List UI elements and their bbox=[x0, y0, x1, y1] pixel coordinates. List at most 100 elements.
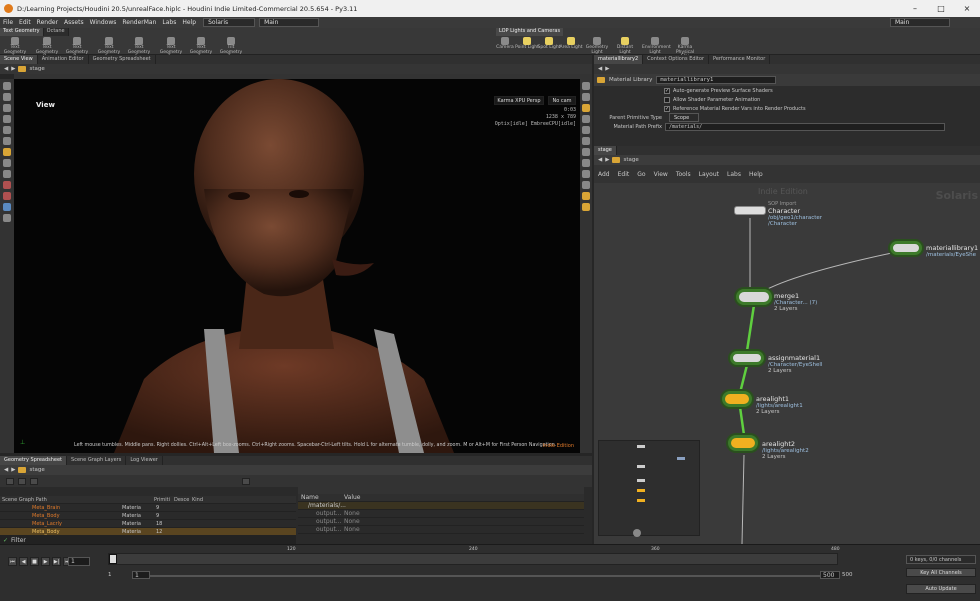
rotate-tool-icon[interactable] bbox=[3, 104, 11, 112]
range-slider[interactable] bbox=[150, 575, 820, 577]
tab-context-options[interactable]: Context Options Editor bbox=[643, 55, 709, 64]
auto-update-button[interactable]: Auto Update bbox=[906, 584, 976, 594]
menu-assets[interactable]: Assets bbox=[61, 19, 87, 26]
lock-camera-icon[interactable] bbox=[582, 93, 590, 101]
col-kind[interactable]: Kind bbox=[192, 497, 203, 503]
scale-tool-icon[interactable] bbox=[3, 115, 11, 123]
shelf-tab-lop-lights[interactable]: LOP Lights and Cameras bbox=[496, 28, 564, 36]
parent-prim-dropdown[interactable]: Scope bbox=[669, 113, 699, 122]
select-tool-icon[interactable] bbox=[3, 82, 11, 90]
handle-tool-icon[interactable] bbox=[3, 126, 11, 134]
menu-edit[interactable]: Edit bbox=[16, 19, 34, 26]
menu-render[interactable]: Render bbox=[34, 19, 61, 26]
col-primitive[interactable]: Primiti bbox=[154, 497, 174, 503]
tab-materiallibrary2[interactable]: materiallibrary2 bbox=[594, 55, 644, 64]
desktop-dropdown[interactable]: Solaris bbox=[203, 18, 256, 27]
close-button[interactable]: × bbox=[954, 4, 980, 13]
magnet-tool-icon[interactable] bbox=[3, 181, 11, 189]
current-frame-field[interactable]: 1 bbox=[68, 557, 90, 566]
display-option-icon[interactable] bbox=[582, 82, 590, 90]
node-name-field[interactable]: materiallibrary1 bbox=[656, 76, 777, 84]
view-tool-icon[interactable] bbox=[3, 203, 11, 211]
geometry-light-tool[interactable]: Geometry Light bbox=[584, 37, 610, 55]
sg-settings-icon[interactable] bbox=[242, 477, 250, 485]
light-tool-icon[interactable] bbox=[3, 148, 11, 156]
move-tool-icon[interactable] bbox=[3, 93, 11, 101]
back-icon[interactable]: ◀ bbox=[4, 66, 8, 72]
light-toggle-icon[interactable] bbox=[582, 192, 590, 200]
ghost-icon[interactable] bbox=[582, 181, 590, 189]
col-descendants[interactable]: Desce bbox=[174, 497, 192, 503]
sg-expand-icon[interactable] bbox=[6, 477, 14, 485]
sg-back-icon[interactable]: ◀ bbox=[4, 467, 8, 473]
net-menu-add[interactable]: Add bbox=[594, 171, 614, 178]
light-linker-icon[interactable] bbox=[3, 214, 11, 222]
paint-tool-icon[interactable] bbox=[3, 170, 11, 178]
render-vars-checkbox[interactable]: ✓ bbox=[664, 105, 670, 112]
start-frame-field[interactable]: 1 bbox=[132, 571, 150, 579]
shelf-tab-octane[interactable]: Octane bbox=[43, 28, 69, 36]
tab-scene-view[interactable]: Scene View bbox=[0, 55, 38, 64]
col-name[interactable]: Name bbox=[298, 494, 344, 501]
light-icon[interactable] bbox=[582, 104, 590, 112]
pose-tool-icon[interactable] bbox=[3, 137, 11, 145]
environment-light-tool[interactable]: Environment Light bbox=[642, 37, 671, 55]
play-button[interactable]: ▶ bbox=[41, 557, 50, 566]
net-menu-labs[interactable]: Labs bbox=[723, 171, 745, 178]
node-assignmaterial1[interactable] bbox=[730, 351, 764, 365]
end-frame-field[interactable]: 500 bbox=[820, 571, 840, 579]
network-minimap[interactable] bbox=[598, 440, 700, 537]
minimize-button[interactable]: – bbox=[902, 4, 928, 13]
tab-animation-editor[interactable]: Animation Editor bbox=[38, 55, 89, 64]
stop-button[interactable]: ■ bbox=[30, 557, 39, 566]
magnet-tool-2-icon[interactable] bbox=[3, 192, 11, 200]
network-path-label[interactable]: stage bbox=[623, 157, 638, 163]
params-back-icon[interactable]: ◀ bbox=[598, 66, 602, 72]
grid-icon[interactable] bbox=[582, 159, 590, 167]
menu-windows[interactable]: Windows bbox=[87, 19, 120, 26]
shading-icon[interactable] bbox=[582, 137, 590, 145]
node-arealight2[interactable] bbox=[728, 435, 758, 451]
sg-filter-icon[interactable] bbox=[30, 477, 38, 485]
table-row[interactable]: Meta_Brain Materia 9 bbox=[0, 504, 296, 512]
vis-icon[interactable] bbox=[582, 170, 590, 178]
net-menu-tools[interactable]: Tools bbox=[672, 171, 695, 178]
shadow-icon[interactable] bbox=[582, 115, 590, 123]
distant-light-tool[interactable]: Distant Light bbox=[612, 37, 638, 55]
auto-preview-checkbox[interactable]: ✓ bbox=[664, 87, 670, 94]
minimap-nav-icon[interactable] bbox=[633, 529, 641, 537]
col-value[interactable]: Value bbox=[344, 494, 360, 501]
area-light-tool[interactable]: Area Light bbox=[558, 37, 584, 51]
table-row-selected[interactable]: Meta_Body Materia 12 bbox=[0, 528, 296, 536]
timeline-bar[interactable]: 120 240 360 480 bbox=[108, 547, 840, 565]
network-editor[interactable]: Indie Edition Solaris SOP Import Charact… bbox=[594, 183, 980, 544]
option-auto-preview[interactable]: ✓ Auto-generate Preview Surface Shaders bbox=[594, 86, 980, 95]
net-menu-go[interactable]: Go bbox=[633, 171, 649, 178]
tab-log-viewer[interactable]: Log Viewer bbox=[126, 456, 163, 465]
key-all-channels-button[interactable]: Key All Channels bbox=[906, 568, 976, 577]
edit-tool-icon[interactable] bbox=[3, 159, 11, 167]
context-dropdown[interactable]: Main bbox=[259, 18, 320, 27]
tab-scene-graph-layers[interactable]: Scene Graph Layers bbox=[67, 456, 127, 465]
maximize-button[interactable]: □ bbox=[928, 4, 954, 13]
wireframe-icon[interactable] bbox=[582, 126, 590, 134]
net-menu-help[interactable]: Help bbox=[745, 171, 767, 178]
sg-forward-icon[interactable]: ▶ bbox=[11, 467, 15, 473]
viewport[interactable]: View Karma XPU Persp No cam 0:03 1238 x … bbox=[14, 79, 580, 453]
step-forward-button[interactable]: ▶| bbox=[52, 557, 61, 566]
scene-view-path-label[interactable]: stage bbox=[29, 66, 44, 72]
playhead[interactable] bbox=[109, 554, 117, 564]
net-forward-icon[interactable]: ▶ bbox=[605, 157, 609, 163]
snap-icon[interactable] bbox=[582, 148, 590, 156]
detail-row[interactable]: /materials/... bbox=[298, 502, 584, 510]
step-back-button[interactable]: ◀ bbox=[19, 557, 28, 566]
tab-geometry-spreadsheet[interactable]: Geometry Spreadsheet bbox=[89, 55, 156, 64]
allow-animation-checkbox[interactable] bbox=[664, 96, 670, 103]
tab-performance-monitor[interactable]: Performance Monitor bbox=[709, 55, 771, 64]
sg-path-label[interactable]: stage bbox=[29, 467, 44, 473]
headlight-icon[interactable] bbox=[582, 203, 590, 211]
col-scene-graph-path[interactable]: Scene Graph Path bbox=[0, 497, 154, 503]
forward-icon[interactable]: ▶ bbox=[11, 66, 15, 72]
option-allow-animation[interactable]: Allow Shader Parameter Animation bbox=[594, 95, 980, 104]
node-merge1[interactable] bbox=[736, 289, 772, 305]
